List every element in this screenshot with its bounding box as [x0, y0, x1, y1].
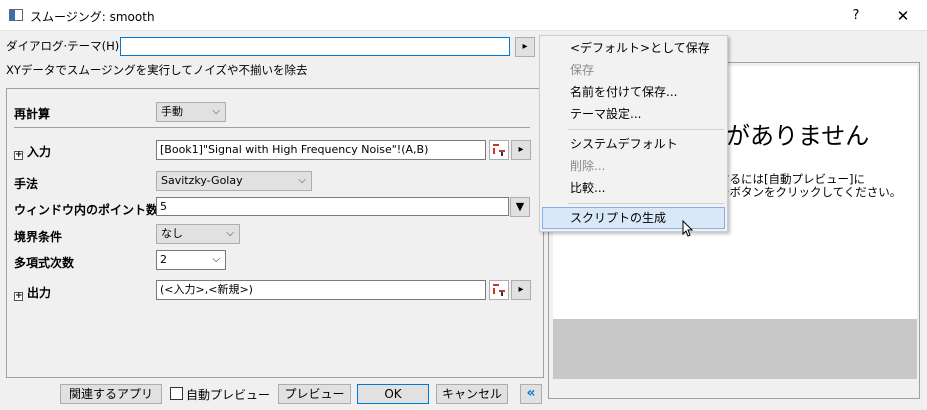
window-title: スムージング: smooth	[30, 10, 155, 24]
recalc-value: 手動	[161, 105, 183, 118]
collapse-button[interactable]: «	[520, 384, 542, 404]
method-select[interactable]: Savitzky-Golay ⌵	[156, 171, 312, 191]
settings-panel	[6, 88, 544, 378]
output-menu-button[interactable]: ▸	[511, 280, 531, 300]
menu-item-save-default[interactable]: <デフォルト>として保存	[540, 37, 727, 59]
auto-preview-label: 自動プレビュー	[186, 388, 271, 402]
cancel-button[interactable]: キャンセル	[436, 384, 508, 404]
chevron-down-icon: ⌵	[212, 254, 220, 265]
chevron-down-icon: ⌵	[212, 106, 220, 117]
dialog-description: XYデータでスムージングを実行してノイズや不揃いを除去	[6, 63, 308, 77]
points-label: ウィンドウ内のポイント数	[14, 203, 159, 217]
range-select-icon[interactable]	[489, 280, 509, 300]
points-input[interactable]: 5	[156, 197, 509, 216]
input-label-row[interactable]: + 入力	[14, 143, 51, 160]
cursor-icon	[682, 219, 694, 238]
arrow-right-icon: ▸	[518, 144, 524, 155]
theme-label: ダイアログ·テーマ(H)	[6, 39, 120, 53]
preview-line-1: するには[自動プレビュー]に	[718, 172, 865, 186]
menu-separator	[568, 129, 724, 130]
theme-menu-button[interactable]: ▸	[515, 37, 535, 57]
menu-item-save-as[interactable]: 名前を付けて保存...	[540, 81, 727, 103]
divider	[14, 127, 530, 128]
theme-input[interactable]	[120, 37, 510, 56]
auto-preview-checkbox[interactable]	[170, 387, 183, 400]
related-apps-button[interactable]: 関連するアプリ	[60, 384, 162, 404]
menu-item-generate-script[interactable]: スクリプトの生成	[542, 207, 725, 229]
preview-footer	[553, 319, 917, 379]
output-range-field[interactable]: (<入力>,<新規>)	[156, 280, 486, 300]
expand-icon[interactable]: +	[14, 151, 23, 160]
poly-order-label: 多項式次数	[14, 256, 75, 270]
preview-line-2: ーボタンをクリックしてください。	[718, 185, 902, 199]
preview-heading: がありません	[726, 122, 870, 150]
menu-item-theme-settings[interactable]: テーマ設定...	[540, 103, 727, 125]
ok-button[interactable]: OK	[357, 384, 429, 404]
poly-order-value: 2	[160, 253, 167, 266]
recalc-select[interactable]: 手動 ⌵	[156, 102, 226, 122]
recalc-label: 再計算	[14, 107, 51, 121]
boundary-select[interactable]: なし ⌵	[156, 224, 240, 244]
input-label: 入力	[27, 145, 52, 159]
arrow-right-icon: ▸	[522, 41, 528, 52]
input-range-field[interactable]: [Book1]"Signal with High Frequency Noise…	[156, 140, 486, 160]
menu-item-compare[interactable]: 比較...	[540, 177, 727, 199]
range-select-icon[interactable]	[489, 140, 509, 160]
boundary-label: 境界条件	[14, 230, 63, 244]
arrow-right-icon: ▸	[518, 284, 524, 295]
points-dropdown-button[interactable]: ▼	[510, 197, 530, 217]
menu-item-delete[interactable]: 削除...	[540, 155, 727, 177]
boundary-value: なし	[161, 227, 183, 240]
output-label-row[interactable]: + 出力	[14, 284, 51, 301]
menu-item-system-default[interactable]: システムデフォルト	[540, 133, 727, 155]
chevron-down-icon: ⌵	[298, 175, 306, 186]
menu-item-save[interactable]: 保存	[540, 59, 727, 81]
close-button[interactable]: ✕	[893, 6, 913, 26]
help-button[interactable]: ?	[846, 6, 866, 26]
poly-order-select[interactable]: 2 ⌵	[156, 250, 226, 270]
menu-separator	[568, 203, 724, 204]
input-menu-button[interactable]: ▸	[511, 140, 531, 160]
method-label: 手法	[14, 177, 39, 191]
expand-icon[interactable]: +	[14, 292, 23, 301]
app-icon	[9, 9, 23, 21]
chevron-down-icon: ⌵	[226, 228, 234, 239]
preview-button[interactable]: プレビュー	[278, 384, 351, 404]
output-label: 出力	[27, 286, 52, 300]
triangle-down-icon: ▼	[515, 200, 525, 213]
method-value: Savitzky-Golay	[161, 174, 243, 187]
